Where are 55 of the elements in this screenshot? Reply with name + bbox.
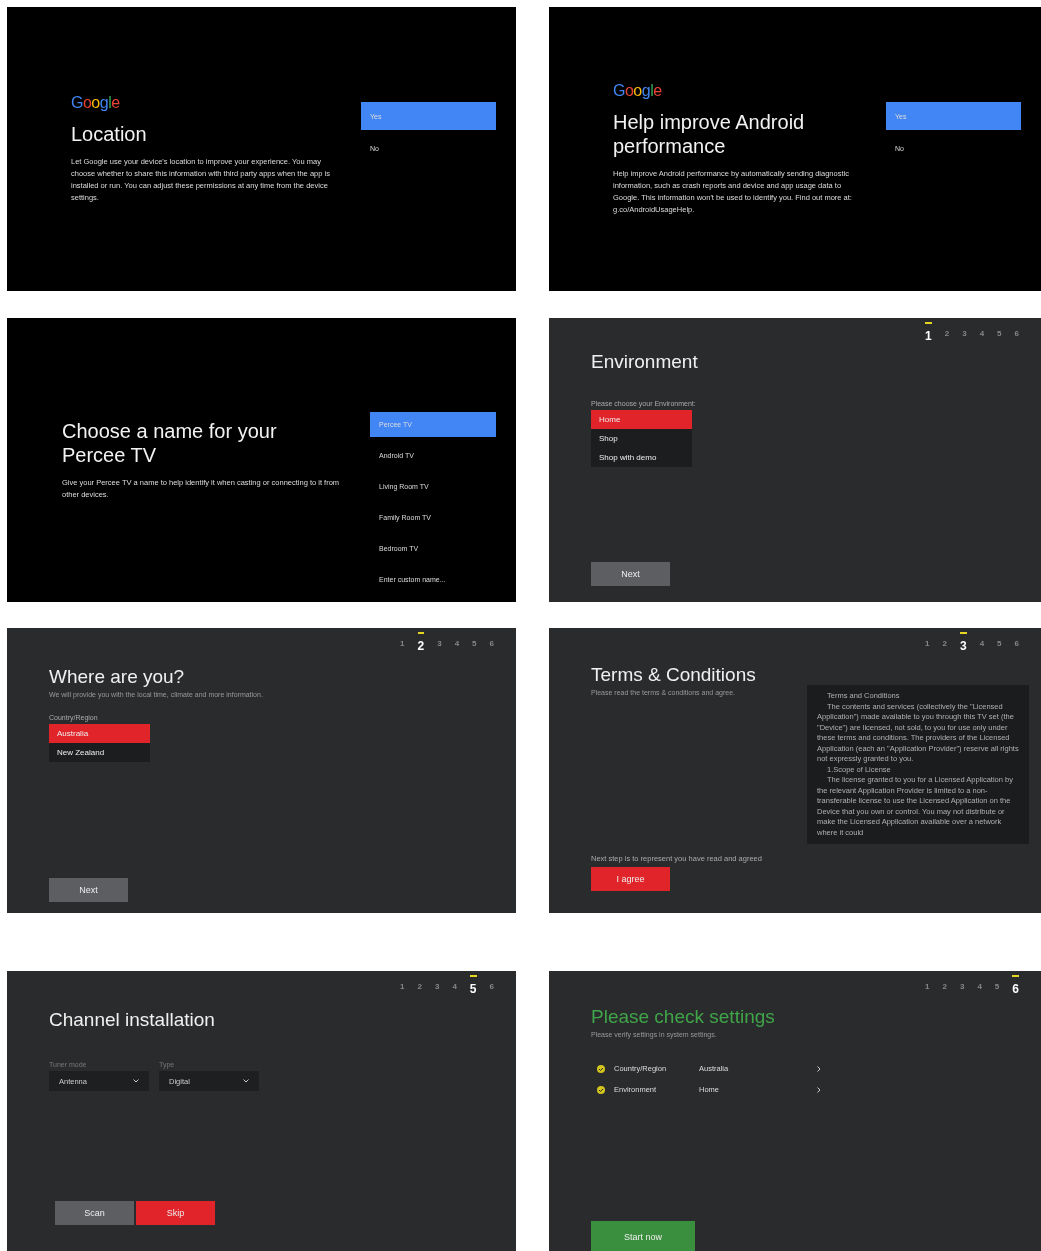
step-number: 4 bbox=[979, 328, 985, 338]
google-logo: Google bbox=[613, 82, 663, 100]
agree-button[interactable]: I agree bbox=[591, 867, 670, 891]
chevron-right-icon bbox=[817, 1065, 821, 1072]
step-number: 2 bbox=[944, 328, 950, 338]
option-item[interactable]: Australia bbox=[49, 724, 150, 743]
step-number: 1 bbox=[925, 322, 932, 343]
option-item[interactable]: Shop bbox=[591, 429, 692, 448]
screen-title: Terms & Conditions bbox=[591, 664, 757, 686]
step-number: 1 bbox=[400, 981, 405, 991]
step-number: 4 bbox=[979, 638, 985, 648]
step-number: 2 bbox=[942, 981, 947, 991]
chevron-down-icon bbox=[133, 1079, 139, 1083]
step-number: 5 bbox=[472, 638, 477, 648]
option-item[interactable]: Shop with demo bbox=[591, 448, 692, 467]
step-number: 2 bbox=[417, 632, 425, 653]
step-number: 4 bbox=[977, 981, 982, 991]
start-button[interactable]: Start now bbox=[591, 1221, 695, 1251]
step-number: 3 bbox=[437, 638, 442, 648]
step-number: 3 bbox=[434, 981, 440, 991]
step-number: 2 bbox=[942, 638, 947, 648]
step-number: 3 bbox=[959, 632, 967, 653]
step-number: 1 bbox=[925, 638, 930, 648]
next-button[interactable]: Next bbox=[591, 562, 670, 586]
screen-title: Channel installation bbox=[49, 1009, 216, 1031]
screen-title: Help improve Android performance bbox=[613, 110, 806, 158]
step-number: 5 bbox=[997, 638, 1002, 648]
step-number: 6 bbox=[489, 981, 494, 991]
step-number: 1 bbox=[925, 981, 930, 991]
step-number: 6 bbox=[1014, 638, 1019, 648]
step-number: 4 bbox=[452, 981, 457, 991]
step-number: 1 bbox=[400, 638, 405, 648]
screen-title: Environment bbox=[591, 351, 699, 373]
step-number: 6 bbox=[489, 638, 494, 648]
option-item[interactable]: New Zealand bbox=[49, 743, 150, 762]
screen-title: Location bbox=[71, 122, 148, 146]
next-button[interactable]: Next bbox=[49, 878, 128, 902]
step-number: 2 bbox=[417, 981, 422, 991]
step-number: 6 bbox=[1012, 975, 1019, 996]
step-number: 5 bbox=[997, 328, 1002, 338]
option-item[interactable]: Home bbox=[591, 410, 692, 429]
step-number: 3 bbox=[959, 981, 965, 991]
step-number: 4 bbox=[454, 638, 460, 648]
step-number: 5 bbox=[994, 981, 1000, 991]
chevron-right-icon bbox=[817, 1086, 821, 1093]
chevron-down-icon bbox=[243, 1079, 249, 1083]
google-logo: Google bbox=[71, 94, 121, 112]
step-number: 3 bbox=[962, 328, 967, 338]
action-button[interactable]: Skip bbox=[136, 1201, 215, 1225]
action-button[interactable]: Scan bbox=[55, 1201, 134, 1225]
step-number: 6 bbox=[1014, 328, 1019, 338]
screen-title: Choose a name for your Percee TV bbox=[62, 419, 278, 467]
screen-title: Please check settings bbox=[591, 1006, 776, 1028]
step-number: 5 bbox=[469, 975, 477, 996]
screen-title: Where are you? bbox=[49, 666, 186, 688]
